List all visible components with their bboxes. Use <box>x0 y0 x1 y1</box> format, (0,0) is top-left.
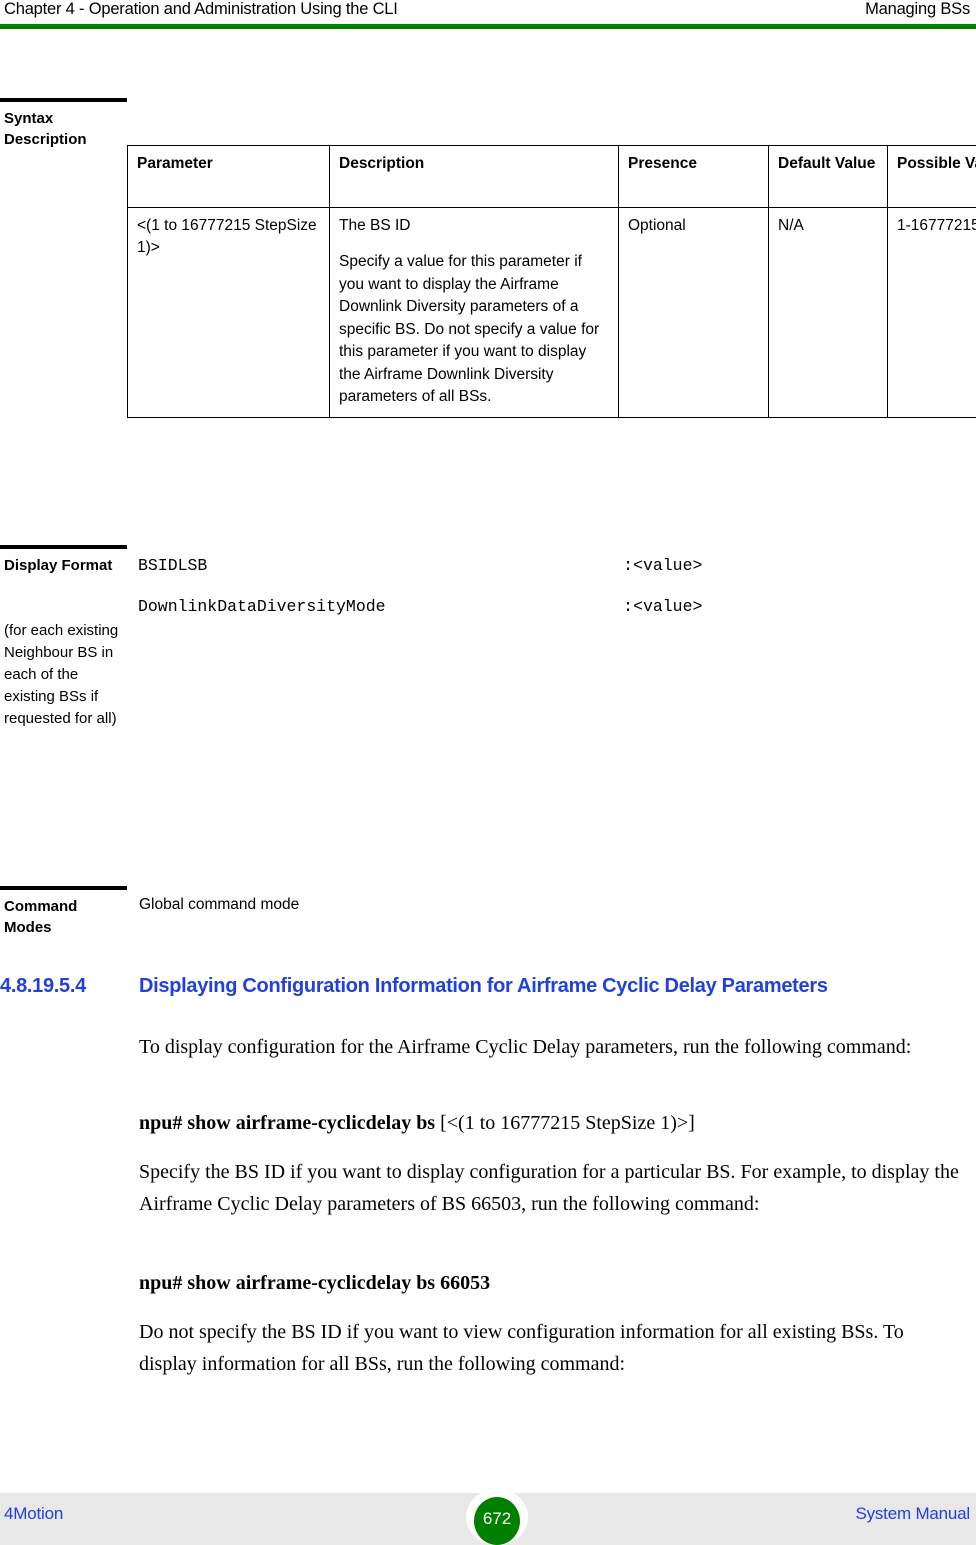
column-header-parameter: Parameter <box>127 145 330 208</box>
command-line-1-argument: [<(1 to 16777215 StepSize 1)>] <box>435 1112 695 1134</box>
header-section-title: Managing BSs <box>865 0 970 18</box>
footer-product-name: 4Motion <box>4 1504 64 1523</box>
cell-parameter: <(1 to 16777215 StepSize 1)> <box>127 207 330 418</box>
command-line-2-bold: npu# show airframe-cyclicdelay bs 66053 <box>139 1272 491 1294</box>
section-number: 4.8.19.5.4 <box>0 975 86 997</box>
column-header-presence: Presence <box>618 145 769 208</box>
section-title: Displaying Configuration Information for… <box>139 975 828 997</box>
paragraph-3: Do not specify the BS ID if you want to … <box>139 1321 904 1376</box>
cell-description: The BS ID Specify a value for this param… <box>329 207 619 418</box>
cell-presence: Optional <box>618 207 769 418</box>
command-modes-value: Global command mode <box>139 896 300 913</box>
table-header-row: Parameter Description Presence Default V… <box>127 145 976 208</box>
syntax-parameter-table: Parameter Description Presence Default V… <box>127 145 976 418</box>
column-header-default-value: Default Value <box>768 145 888 208</box>
display-format-line-2: DownlinkDataDiversityMode :<value> <box>138 597 703 616</box>
cell-possible-values: 1-16777215 <box>887 207 976 418</box>
command-line-1: npu# show airframe-cyclicdelay bs [<(1 t… <box>139 1112 963 1135</box>
cell-description-line-2: Specify a value for this parameter if yo… <box>339 253 600 406</box>
command-line-1-bold: npu# show airframe-cyclicdelay bs <box>139 1112 436 1134</box>
table-row: <(1 to 16777215 StepSize 1)> The BS ID S… <box>127 207 976 418</box>
display-format-line-1: BSIDLSB :<value> <box>138 556 703 575</box>
display-format-gutter-rule <box>0 545 127 549</box>
cell-description-line-1: The BS ID <box>339 217 411 234</box>
display-format-note: (for each existing Neighbour BS in each … <box>4 622 119 728</box>
paragraph-1: To display configuration for the Airfram… <box>139 1036 912 1058</box>
footer-page-number: 672 <box>474 1497 520 1545</box>
display-format-label: Display Format <box>4 557 113 574</box>
paragraph-2: Specify the BS ID if you want to display… <box>139 1161 959 1216</box>
command-modes-label: Command Modes <box>4 898 78 937</box>
command-line-2: npu# show airframe-cyclicdelay bs 66053 <box>139 1272 963 1295</box>
header-divider-rule <box>0 24 976 29</box>
column-header-possible-values: Possible Values <box>887 145 976 208</box>
footer-manual-name: System Manual <box>855 1504 970 1523</box>
cell-default-value: N/A <box>768 207 888 418</box>
syntax-description-label: Syntax Description <box>4 110 87 149</box>
header-chapter-title: Chapter 4 - Operation and Administration… <box>4 0 398 18</box>
column-header-description: Description <box>329 145 619 208</box>
syntax-gutter-rule <box>0 98 127 102</box>
command-modes-gutter-rule <box>0 886 127 890</box>
